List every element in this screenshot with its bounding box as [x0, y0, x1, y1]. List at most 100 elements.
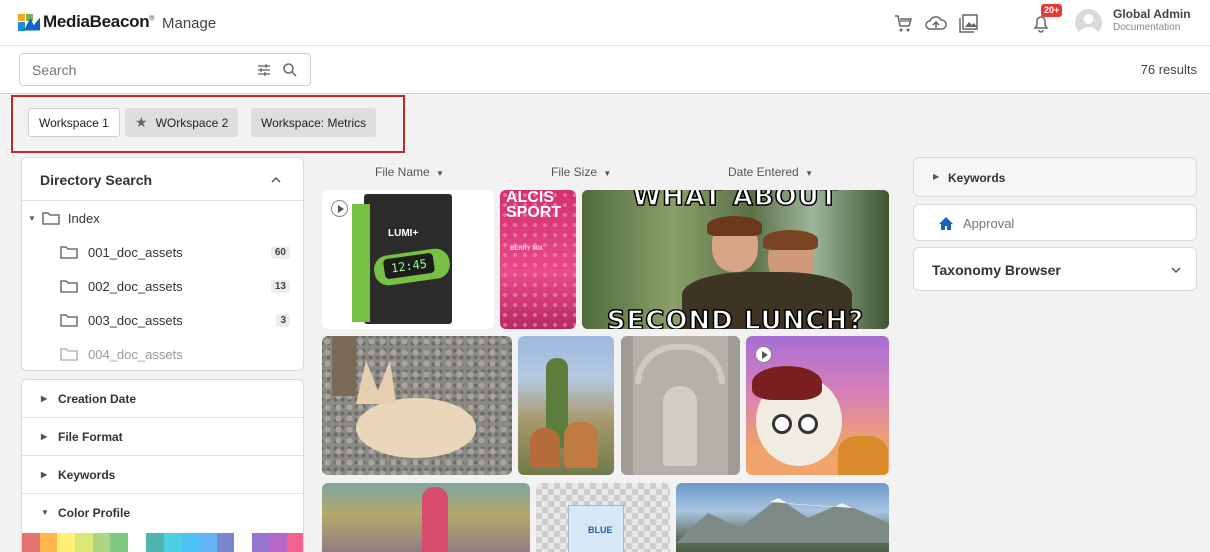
search-icon[interactable]: [282, 62, 298, 78]
tree-item-004[interactable]: 004_doc_assets: [60, 344, 298, 364]
color-swatch[interactable]: [39, 533, 58, 552]
section-title: Manage: [162, 15, 217, 32]
gallery-icon[interactable]: [958, 12, 980, 34]
upload-cloud-icon[interactable]: [924, 12, 948, 34]
tree-label: 002_doc_assets: [88, 278, 183, 294]
brand-name: MediaBeacon: [43, 12, 150, 31]
caret-down-icon: ▼: [603, 169, 612, 178]
top-bar: MediaBeacon ® Manage 20+ Global Admin Do…: [0, 0, 1210, 46]
logo-mark-icon: [18, 13, 40, 31]
caret-right-icon: ▶: [41, 432, 48, 441]
alcis-line1: ALCIS: [506, 190, 554, 206]
color-swatch[interactable]: [269, 533, 288, 552]
color-swatch[interactable]: [22, 533, 40, 552]
notification-badge: 20+: [1041, 4, 1063, 17]
column-label: File Name: [375, 165, 430, 179]
cart-icon[interactable]: [892, 12, 914, 34]
facets-panel: ▶ Creation Date ▶ File Format ▶ Keywords…: [21, 379, 304, 552]
brand-logo[interactable]: MediaBeacon ®: [18, 12, 154, 32]
home-icon: [939, 217, 953, 230]
caret-down-icon: ▼: [41, 508, 49, 517]
color-swatch[interactable]: [198, 533, 217, 552]
asset-thumbnail-alcis-sport[interactable]: ALCIS SPORT BERRY MIX: [500, 190, 576, 329]
asset-thumbnail-cactus[interactable]: [518, 336, 614, 475]
blue-label: BLUE: [588, 525, 613, 535]
facet-keywords[interactable]: ▶ Keywords: [22, 456, 303, 494]
meme-bottom-text: SECOND LUNCH?: [606, 305, 865, 329]
color-swatch[interactable]: [216, 533, 235, 552]
sort-file-name[interactable]: File Name ▼: [375, 165, 444, 179]
taxonomy-browser-panel[interactable]: Taxonomy Browser: [913, 247, 1197, 291]
caret-down-icon: ▼: [805, 169, 813, 178]
facet-label: Creation Date: [58, 391, 137, 406]
asset-thumbnail-mountains[interactable]: [676, 483, 889, 552]
facet-creation-date[interactable]: ▶ Creation Date: [22, 380, 303, 418]
facet-file-format[interactable]: ▶ File Format: [22, 418, 303, 456]
results-count: 76 results: [1140, 62, 1197, 77]
tab-workspace-metrics[interactable]: Workspace: Metrics: [251, 108, 377, 137]
column-label: File Size: [551, 165, 598, 179]
color-swatch[interactable]: [110, 533, 129, 552]
search-input[interactable]: [32, 62, 232, 78]
tree-item-001[interactable]: 001_doc_assets 60: [60, 242, 298, 262]
keywords-panel[interactable]: ▶ Keywords: [913, 157, 1197, 197]
directory-search-panel: Directory Search ▼ Index 001_doc_assets …: [21, 157, 304, 371]
tree-item-003[interactable]: 003_doc_assets 3: [60, 310, 298, 330]
approval-panel[interactable]: Approval: [913, 204, 1197, 241]
star-icon: ★: [135, 114, 148, 130]
tab-label: WOrkspace 2: [155, 115, 229, 130]
sort-date-entered[interactable]: Date Entered ▼: [728, 165, 813, 179]
filter-sliders-icon[interactable]: [256, 62, 272, 78]
asset-thumbnail-angry-birds[interactable]: [746, 336, 889, 475]
tab-workspace-2[interactable]: ★ WOrkspace 2: [125, 108, 239, 137]
alcis-line3: BERRY MIX: [510, 246, 544, 252]
caret-right-icon: ▶: [41, 470, 48, 479]
facet-label: File Format: [58, 429, 123, 444]
lumi-brand: LUMI+: [388, 228, 419, 239]
color-swatch[interactable]: [75, 533, 93, 552]
color-swatch[interactable]: [181, 533, 199, 552]
sort-file-size[interactable]: File Size ▼: [551, 165, 611, 179]
asset-thumbnail-blue-package[interactable]: BLUE: [536, 483, 670, 552]
play-icon: [331, 200, 348, 217]
asset-thumbnail-fox[interactable]: [322, 336, 512, 475]
tab-label: Workspace: Metrics: [261, 115, 367, 130]
user-role: Documentation: [1113, 22, 1181, 33]
caret-right-icon: ▶: [933, 172, 940, 181]
asset-thumbnail-lumi[interactable]: 12:45 LUMI+: [322, 190, 494, 329]
user-name[interactable]: Global Admin: [1113, 7, 1191, 21]
chevron-down-icon[interactable]: [1170, 266, 1182, 274]
facet-label: Color Profile: [58, 506, 131, 520]
caret-down-icon[interactable]: ▼: [28, 214, 36, 223]
color-swatch[interactable]: [234, 533, 252, 552]
folder-icon: [42, 212, 60, 225]
tab-label: Workspace 1: [39, 115, 109, 130]
directory-search-title: Directory Search: [40, 172, 153, 188]
tree-label: Index: [67, 210, 100, 226]
tree-item-index[interactable]: ▼ Index: [28, 208, 100, 228]
keywords-label: Keywords: [948, 171, 1006, 185]
column-label: Date Entered: [728, 165, 799, 179]
folder-count-badge: 3: [276, 313, 290, 327]
asset-thumbnail-red-figure[interactable]: [322, 483, 530, 552]
color-swatch[interactable]: [128, 533, 146, 552]
color-swatch[interactable]: [251, 533, 270, 552]
color-swatch[interactable]: [287, 533, 303, 552]
alcis-line2: SPORT: [506, 204, 562, 221]
color-swatch[interactable]: [92, 533, 111, 552]
color-swatch[interactable]: [163, 533, 182, 552]
asset-thumbnail-statue[interactable]: [621, 336, 740, 475]
tree-label: 004_doc_assets: [88, 346, 183, 362]
tree-item-002[interactable]: 002_doc_assets 13: [60, 276, 298, 296]
play-icon: [755, 346, 772, 363]
tab-workspace-1[interactable]: Workspace 1: [28, 108, 120, 137]
color-swatch[interactable]: [57, 533, 76, 552]
chevron-up-icon[interactable]: [270, 176, 282, 184]
color-swatch-strip: [22, 533, 303, 552]
folder-count-badge: 60: [270, 245, 290, 259]
facet-color-profile[interactable]: ▼ Color Profile: [22, 494, 303, 532]
color-swatch[interactable]: [145, 533, 164, 552]
user-avatar-icon[interactable]: [1075, 9, 1102, 36]
asset-thumbnail-meme[interactable]: WHAT ABOUT SECOND LUNCH?: [582, 190, 889, 329]
folder-icon: [60, 314, 78, 327]
